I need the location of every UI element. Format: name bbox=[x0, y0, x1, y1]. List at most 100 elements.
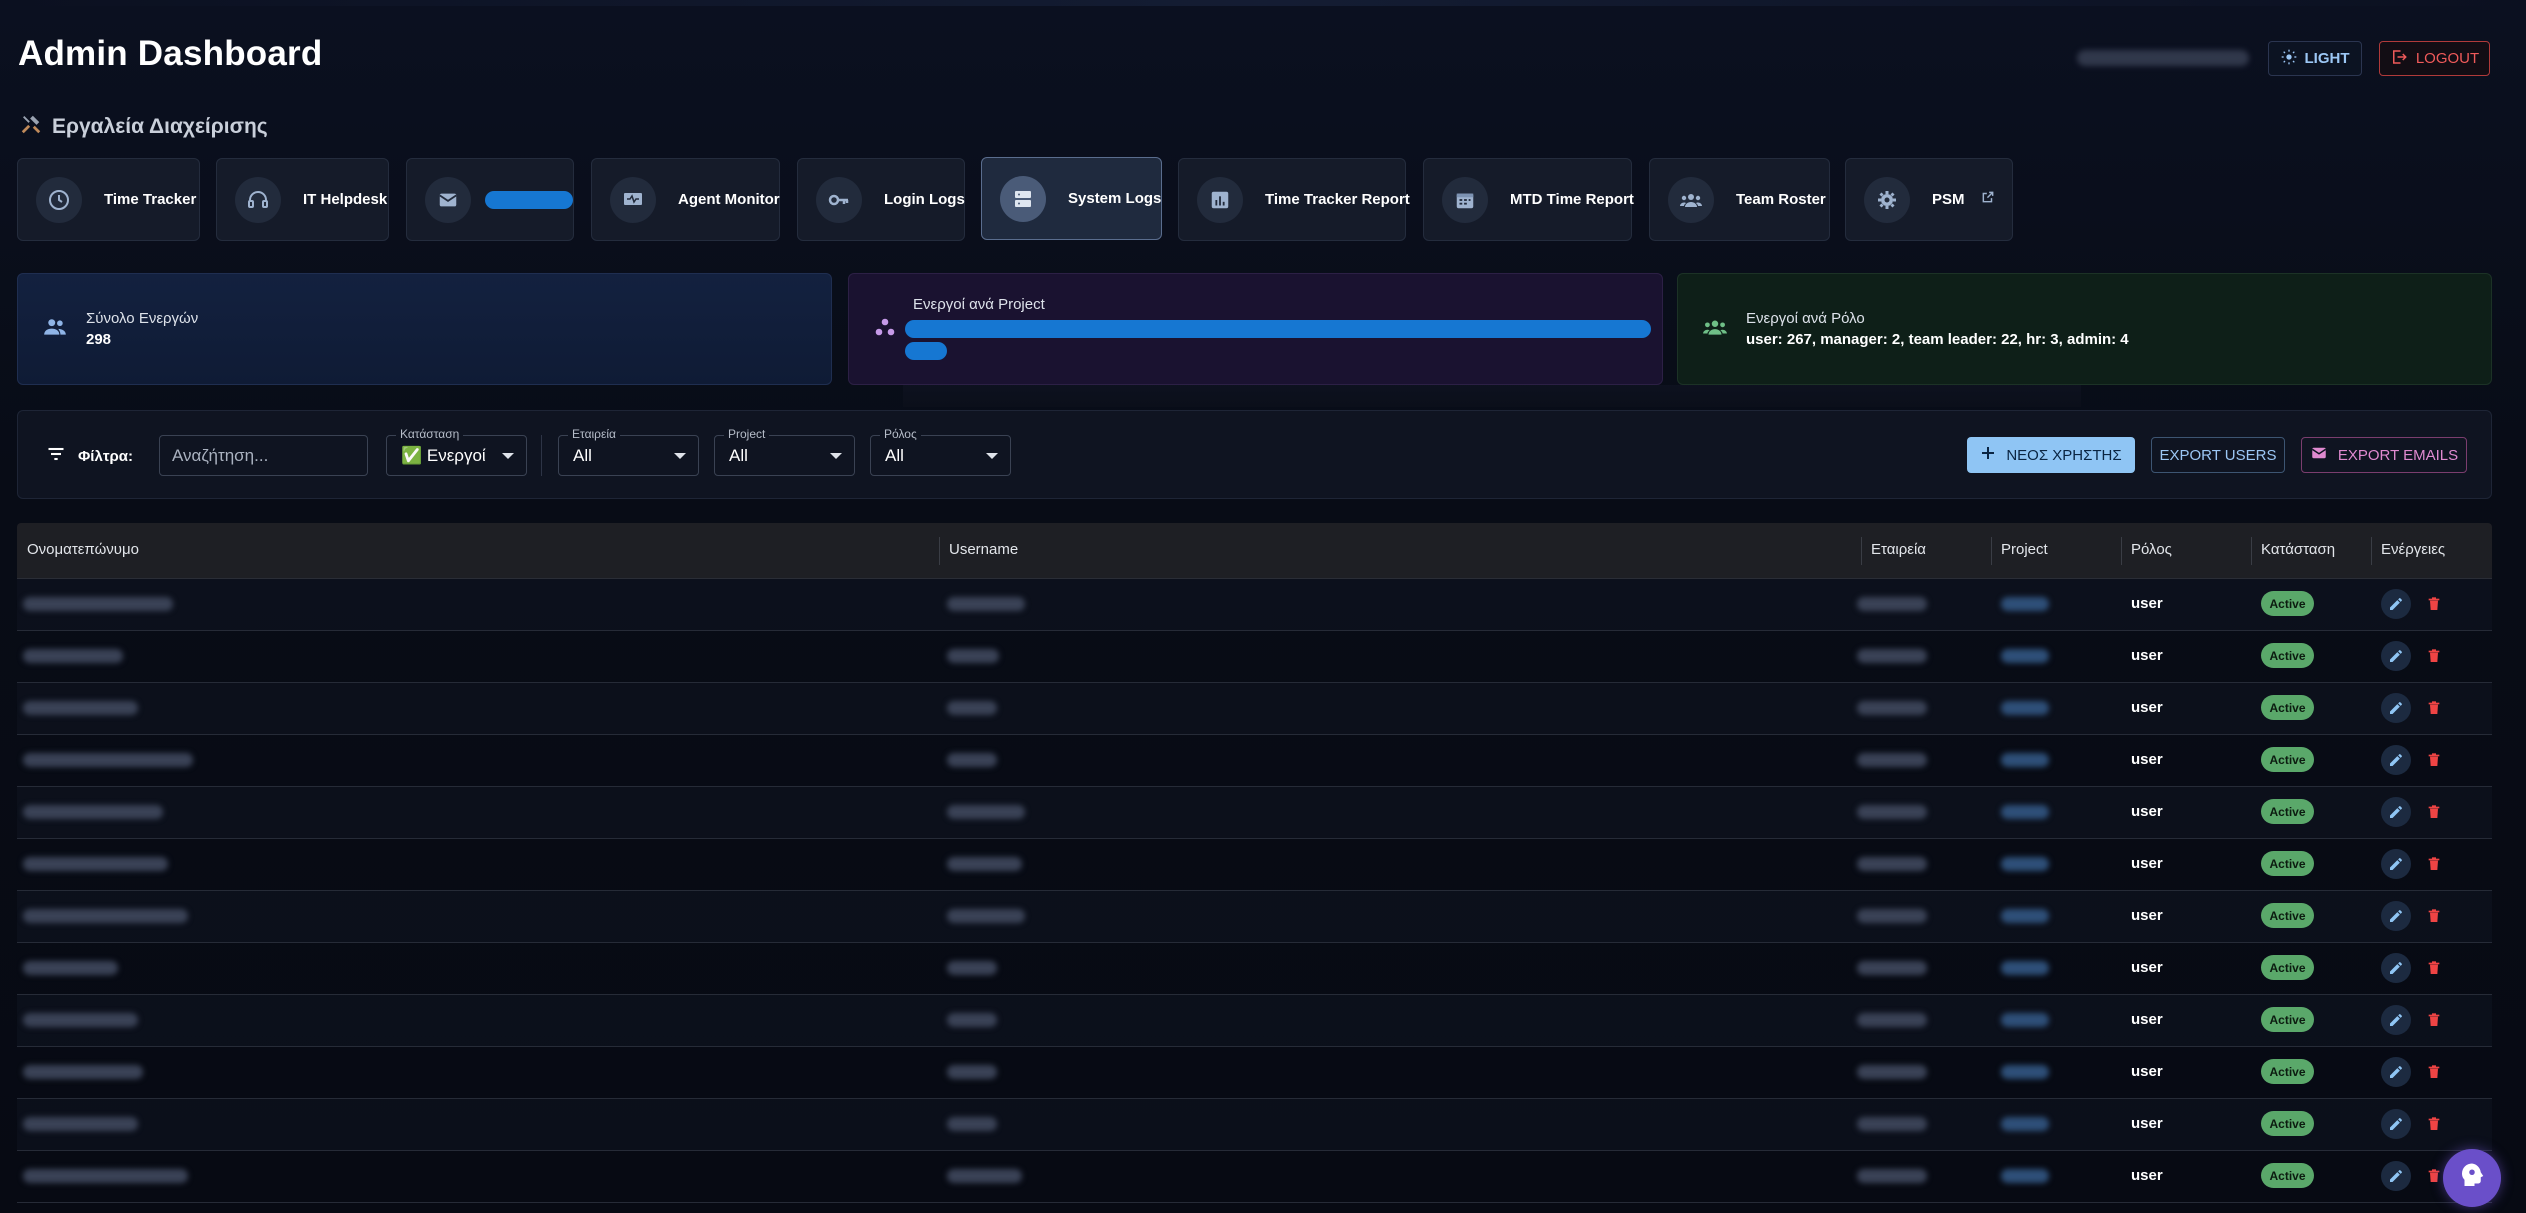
tool-label: Login Logs bbox=[884, 191, 965, 208]
column-header[interactable]: Project bbox=[2001, 541, 2048, 558]
column-header[interactable]: Username bbox=[949, 541, 1018, 558]
role-cell: user bbox=[2131, 751, 2163, 768]
users-table: Ονοματεπώνυμο Username Εταιρεία Project … bbox=[17, 523, 2492, 1203]
username-redacted bbox=[947, 805, 1025, 819]
edit-button[interactable] bbox=[2381, 641, 2411, 671]
delete-button[interactable] bbox=[2419, 901, 2449, 931]
gear-icon bbox=[1864, 176, 1910, 223]
project-redacted bbox=[2001, 649, 2049, 663]
status-select-value: ✅ Ενεργοί bbox=[401, 445, 486, 465]
project-select-value: All bbox=[729, 445, 748, 465]
new-user-button[interactable]: ΝΕΟΣ ΧΡΗΣΤΗΣ bbox=[1967, 437, 2135, 473]
username-redacted bbox=[947, 701, 997, 715]
column-header[interactable]: Κατάσταση bbox=[2261, 541, 2335, 558]
edit-button[interactable] bbox=[2381, 1057, 2411, 1087]
table-row[interactable]: user Active bbox=[17, 891, 2492, 943]
edit-button[interactable] bbox=[2381, 849, 2411, 879]
delete-button[interactable] bbox=[2419, 849, 2449, 879]
top-glow bbox=[0, 0, 2526, 6]
status-badge: Active bbox=[2261, 747, 2314, 772]
company-select-label: Εταιρεία bbox=[568, 427, 620, 441]
table-row[interactable]: user Active bbox=[17, 1047, 2492, 1099]
tool-login-logs[interactable]: Login Logs bbox=[797, 158, 965, 241]
theme-toggle-button[interactable]: LIGHT bbox=[2268, 41, 2362, 76]
logout-button[interactable]: LOGOUT bbox=[2379, 41, 2490, 76]
delete-button[interactable] bbox=[2419, 641, 2449, 671]
tool-system-logs[interactable]: System Logs bbox=[981, 157, 1162, 240]
tool-agent-monitor[interactable]: Agent Monitor bbox=[591, 158, 780, 241]
pencil-icon bbox=[2390, 702, 2402, 714]
delete-button[interactable] bbox=[2419, 745, 2449, 775]
search-input[interactable]: Αναζήτηση... bbox=[159, 435, 368, 476]
column-header[interactable]: Ρόλος bbox=[2131, 541, 2172, 558]
delete-button[interactable] bbox=[2419, 1109, 2449, 1139]
edit-button[interactable] bbox=[2381, 693, 2411, 723]
export-emails-button[interactable]: EXPORT EMAILS bbox=[2301, 437, 2467, 473]
delete-button[interactable] bbox=[2419, 953, 2449, 983]
project-redacted bbox=[2001, 857, 2049, 871]
role-select-value: All bbox=[885, 445, 904, 465]
name-redacted bbox=[23, 909, 188, 923]
status-select[interactable]: Κατάσταση ✅ Ενεργοί bbox=[386, 427, 527, 476]
role-select[interactable]: Ρόλος All bbox=[870, 427, 1011, 476]
company-select[interactable]: Εταιρεία All bbox=[558, 427, 699, 476]
pencil-icon bbox=[2390, 754, 2402, 766]
trash-icon bbox=[2428, 649, 2440, 662]
trash-icon bbox=[2428, 961, 2440, 974]
export-users-button[interactable]: EXPORT USERS bbox=[2151, 437, 2285, 473]
column-header[interactable]: Ονοματεπώνυμο bbox=[27, 541, 139, 558]
role-cell: user bbox=[2131, 803, 2163, 820]
edit-button[interactable] bbox=[2381, 1109, 2411, 1139]
project-redacted bbox=[2001, 909, 2049, 923]
export-emails-label: EXPORT EMAILS bbox=[2337, 446, 2459, 464]
edit-button[interactable] bbox=[2381, 953, 2411, 983]
delete-button[interactable] bbox=[2419, 797, 2449, 827]
trash-icon bbox=[2428, 1169, 2440, 1182]
table-row[interactable]: user Active bbox=[17, 787, 2492, 839]
status-badge: Active bbox=[2261, 1007, 2314, 1032]
table-row[interactable]: user Active bbox=[17, 631, 2492, 683]
logout-icon bbox=[2390, 48, 2408, 70]
tool-time-tracker-report[interactable]: Time Tracker Report bbox=[1178, 158, 1410, 241]
role-cell: user bbox=[2131, 855, 2163, 872]
column-header[interactable]: Εταιρεία bbox=[1871, 541, 1926, 558]
delete-button[interactable] bbox=[2419, 589, 2449, 619]
tool-psm[interactable]: PSM bbox=[1845, 158, 2013, 241]
table-row[interactable]: user Active bbox=[17, 1151, 2492, 1203]
tool-it-helpdesk[interactable]: IT Helpdesk bbox=[216, 158, 389, 241]
table-row[interactable]: user Active bbox=[17, 995, 2492, 1047]
tool-mail[interactable] bbox=[406, 158, 574, 241]
status-badge: Active bbox=[2261, 643, 2314, 668]
delete-button[interactable] bbox=[2419, 1057, 2449, 1087]
table-row[interactable]: user Active bbox=[17, 683, 2492, 735]
edit-button[interactable] bbox=[2381, 901, 2411, 931]
monitor-icon bbox=[610, 176, 656, 223]
edit-button[interactable] bbox=[2381, 745, 2411, 775]
tool-team-roster[interactable]: Team Roster bbox=[1649, 158, 1830, 241]
delete-button[interactable] bbox=[2419, 693, 2449, 723]
table-row[interactable]: user Active bbox=[17, 735, 2492, 787]
delete-button[interactable] bbox=[2419, 1005, 2449, 1035]
tool-time-tracker[interactable]: Time Tracker bbox=[17, 158, 200, 241]
pencil-icon bbox=[2390, 650, 2402, 662]
edit-button[interactable] bbox=[2381, 589, 2411, 619]
trash-icon bbox=[2428, 701, 2440, 714]
edit-button[interactable] bbox=[2381, 797, 2411, 827]
column-header[interactable]: Ενέργειες bbox=[2381, 541, 2445, 558]
table-row[interactable]: user Active bbox=[17, 1099, 2492, 1151]
company-redacted bbox=[1857, 961, 1927, 975]
table-row[interactable]: user Active bbox=[17, 839, 2492, 891]
role-cell: user bbox=[2131, 1115, 2163, 1132]
name-redacted bbox=[23, 1117, 138, 1131]
project-redacted bbox=[2001, 701, 2049, 715]
username-redacted bbox=[947, 753, 997, 767]
table-row[interactable]: user Active bbox=[17, 579, 2492, 631]
company-redacted bbox=[1857, 1065, 1927, 1079]
edit-button[interactable] bbox=[2381, 1005, 2411, 1035]
assistant-button[interactable] bbox=[2443, 1149, 2501, 1207]
edit-button[interactable] bbox=[2381, 1161, 2411, 1191]
tool-mtd-time-report[interactable]: MTD Time Report bbox=[1423, 158, 1634, 241]
table-row[interactable]: user Active bbox=[17, 943, 2492, 995]
pencil-icon bbox=[2390, 806, 2402, 818]
project-select[interactable]: Project All bbox=[714, 427, 855, 476]
